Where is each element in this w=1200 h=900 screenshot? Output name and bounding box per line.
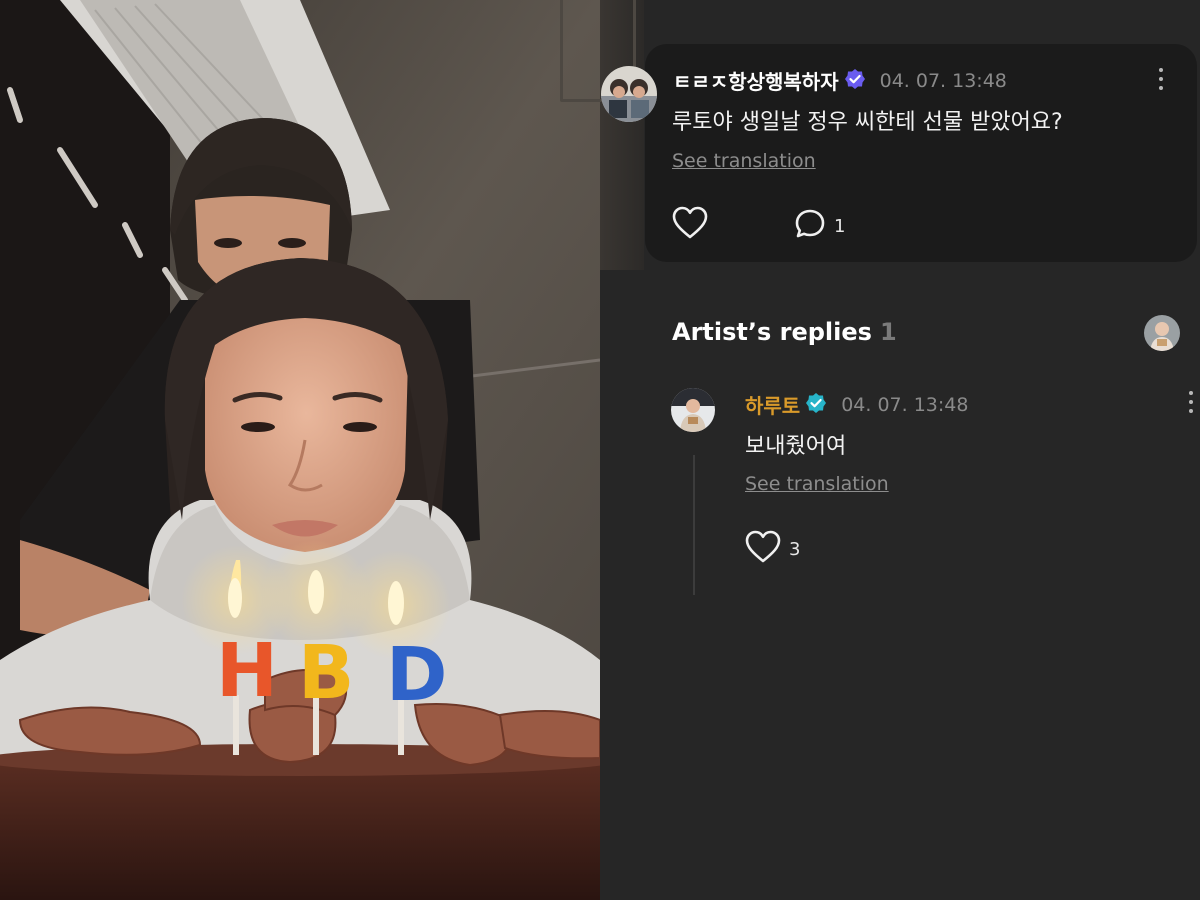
artist-name[interactable]: 하루토 (745, 390, 800, 419)
reply-like-count: 3 (789, 538, 801, 560)
post-photo[interactable]: H B D (0, 0, 600, 900)
commenter-username[interactable]: ㅌㄹㅈ항상행복하자 (673, 66, 839, 95)
reply-header: 하루토 04. 07. 13:48 (745, 390, 968, 419)
commenter-avatar[interactable] (601, 66, 657, 122)
verified-badge-icon (805, 392, 827, 418)
screen: H B D ㅌㄹㅈ항상행복하자 04. 07. 13:48 루토야 생일날 정우… (0, 0, 1200, 900)
heart-icon (672, 206, 708, 244)
artist-replies-title: Artist’s replies (672, 318, 872, 346)
comment-text: 루토야 생일날 정우 씨한테 선물 받았어요? (672, 110, 1063, 135)
comment-see-translation-link[interactable]: See translation (672, 150, 816, 172)
artist-avatar[interactable] (671, 388, 715, 432)
reply-text: 보내줬어여 (745, 434, 847, 459)
comment-reply-count: 1 (834, 215, 846, 237)
verified-badge-icon (844, 68, 866, 94)
comment-timestamp: 04. 07. 13:48 (879, 69, 1007, 92)
reply-like-button[interactable]: 3 (745, 530, 800, 568)
candle-letter-b: B (298, 630, 354, 716)
reply-thread-line (693, 455, 695, 595)
artist-replies-avatar[interactable] (1144, 315, 1180, 351)
heart-icon (745, 530, 781, 568)
comment-reply-button[interactable]: 1 (794, 208, 845, 244)
reply-more-icon[interactable] (1186, 391, 1196, 417)
reply-see-translation-link[interactable]: See translation (745, 473, 889, 495)
artist-replies-heading: Artist’s replies 1 (672, 318, 897, 346)
reply-timestamp: 04. 07. 13:48 (841, 393, 969, 416)
comment-icon (794, 208, 826, 244)
artist-replies-count: 1 (879, 318, 897, 346)
candle-letter-h: H (216, 628, 278, 714)
comment-more-icon[interactable] (1156, 68, 1166, 94)
comment-like-button[interactable] (672, 206, 708, 244)
candle-letter-d: D (386, 632, 447, 718)
comments-panel: ㅌㄹㅈ항상행복하자 04. 07. 13:48 루토야 생일날 정우 씨한테 선… (560, 0, 1200, 900)
comment-header: ㅌㄹㅈ항상행복하자 04. 07. 13:48 (673, 66, 1007, 95)
